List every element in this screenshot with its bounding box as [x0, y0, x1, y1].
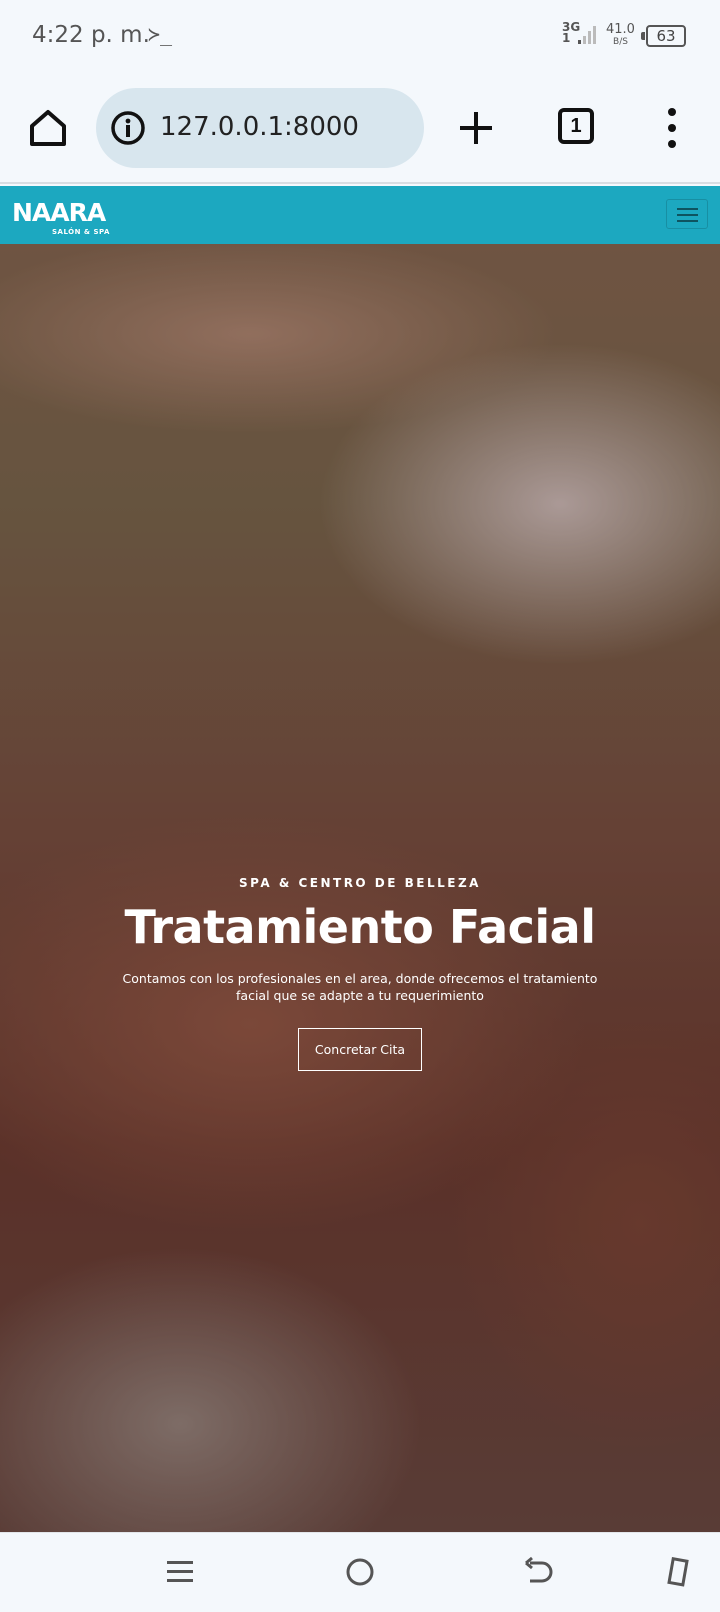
hero-kicker: SPA & CENTRO DE BELLEZA: [239, 876, 481, 890]
home-circle-icon[interactable]: [343, 1555, 377, 1589]
plus-icon[interactable]: [456, 108, 496, 148]
more-vert-icon[interactable]: [660, 106, 684, 150]
back-icon[interactable]: [522, 1555, 556, 1589]
info-icon[interactable]: [110, 110, 146, 146]
battery-level: 63: [656, 27, 676, 45]
recents-icon[interactable]: [163, 1555, 197, 1589]
site-navbar: NAARA SALÓN & SPA: [0, 186, 720, 244]
brand-logo[interactable]: NAARA: [12, 200, 106, 226]
network-speed-value: 41.0: [606, 22, 635, 37]
status-time: 4:22 p. m.: [32, 22, 150, 48]
hamburger-icon[interactable]: [666, 199, 708, 229]
battery-icon: 63: [641, 25, 686, 47]
system-navigation-bar: [0, 1532, 720, 1612]
terminal-icon: ≻_: [148, 22, 173, 46]
tab-switcher-button[interactable]: 1: [558, 108, 594, 144]
address-bar[interactable]: 127.0.0.1:8000: [96, 88, 424, 168]
url-text[interactable]: 127.0.0.1:8000: [160, 112, 359, 142]
signal-icon: [578, 26, 596, 44]
network-speed-unit: B/S: [613, 37, 628, 47]
hero-title: Tratamiento Facial: [124, 900, 596, 954]
network-sub-label: 1: [562, 31, 571, 45]
tab-count: 1: [570, 115, 582, 137]
browser-toolbar: 127.0.0.1:8000 1: [0, 72, 720, 184]
rotate-icon[interactable]: [662, 1555, 696, 1589]
network-speed: 41.0 B/S: [606, 22, 635, 48]
hero-section: SPA & CENTRO DE BELLEZA Tratamiento Faci…: [0, 244, 720, 1532]
book-appointment-button[interactable]: Concretar Cita: [298, 1028, 422, 1071]
status-bar: 4:22 p. m. ≻_ 3G 1 41.0 B/S 63: [0, 0, 720, 72]
home-icon[interactable]: [26, 106, 70, 150]
brand-subtitle: SALÓN & SPA: [52, 228, 110, 236]
hero-description: Contamos con los profesionales en el are…: [122, 971, 598, 1003]
